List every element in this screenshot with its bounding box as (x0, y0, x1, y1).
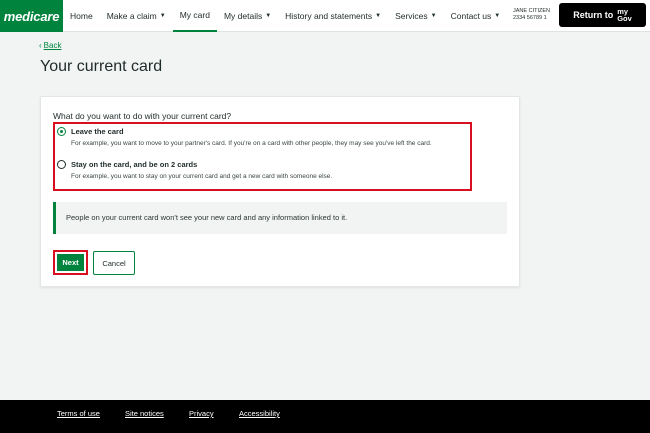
main-nav: Home Make a claim ▼ My card My details ▼… (63, 0, 507, 32)
nav-my-card-label: My card (179, 10, 210, 20)
nav-history-label: History and statements (285, 11, 373, 21)
info-callout: People on your current card won't see yo… (53, 202, 507, 234)
back-link-label: Back (43, 41, 62, 50)
nav-my-card[interactable]: My card (172, 0, 217, 32)
footer-link-site-notices[interactable]: Site notices (125, 409, 164, 418)
footer-link-terms-of-use[interactable]: Terms of use (57, 409, 100, 418)
user-name: JANE CITIZEN (513, 8, 550, 14)
nav-make-a-claim[interactable]: Make a claim ▼ (100, 0, 173, 32)
chevron-down-icon: ▼ (375, 13, 382, 19)
radio-stay-on-card[interactable] (57, 160, 66, 169)
info-callout-text: People on your current card won't see yo… (66, 213, 348, 222)
radio-group-highlight: Leave the card For example, you want to … (53, 122, 472, 191)
footer-link-accessibility[interactable]: Accessibility (239, 409, 280, 418)
nav-my-details[interactable]: My details ▼ (217, 0, 278, 32)
nav-home-label: Home (70, 11, 93, 21)
nav-contact-us-label: Contact us (450, 11, 492, 21)
nav-make-a-claim-label: Make a claim (106, 11, 157, 21)
nav-my-details-label: My details (223, 11, 263, 21)
chevron-down-icon: ▼ (265, 13, 272, 19)
card-form-panel: What do you want to do with your current… (40, 96, 520, 287)
chevron-down-icon: ▼ (494, 13, 501, 19)
user-medicare-number: 2334 56789 1 (513, 15, 547, 21)
return-to-label: Return to (573, 10, 614, 20)
nav-contact-us[interactable]: Contact us ▼ (444, 0, 508, 32)
medicare-logo[interactable]: medicare (0, 0, 63, 32)
form-question: What do you want to do with your current… (53, 111, 232, 121)
chevron-down-icon: ▼ (159, 13, 166, 19)
nav-history-and-statements[interactable]: History and statements ▼ (278, 0, 388, 32)
next-button[interactable]: Next (57, 254, 84, 271)
site-footer: Terms of use Site notices Privacy Access… (0, 400, 650, 433)
option-leave-label: Leave the card (71, 127, 124, 136)
nav-services-label: Services (395, 11, 428, 21)
chevron-left-icon: ‹ (39, 41, 42, 50)
nav-services[interactable]: Services ▼ (388, 0, 444, 32)
option-stay-label: Stay on the card, and be on 2 cards (71, 160, 198, 169)
page-title: Your current card (40, 58, 163, 75)
mygov-logo: my Gov (617, 7, 632, 23)
footer-link-privacy[interactable]: Privacy (189, 409, 214, 418)
nav-home[interactable]: Home (63, 0, 100, 32)
back-link[interactable]: ‹ Back (39, 41, 61, 50)
site-header: medicare Home Make a claim ▼ My card My … (0, 0, 650, 32)
option-stay-hint: For example, you want to stay on your cu… (71, 173, 333, 180)
return-to-mygov-button[interactable]: Return to my Gov (559, 3, 646, 27)
cancel-button[interactable]: Cancel (93, 251, 135, 275)
chevron-down-icon: ▼ (430, 13, 437, 19)
user-info: JANE CITIZEN 2334 56789 1 (513, 8, 557, 22)
option-leave-hint: For example, you want to move to your pa… (71, 140, 432, 147)
next-button-highlight: Next (53, 250, 88, 275)
radio-leave-the-card[interactable] (57, 127, 66, 136)
